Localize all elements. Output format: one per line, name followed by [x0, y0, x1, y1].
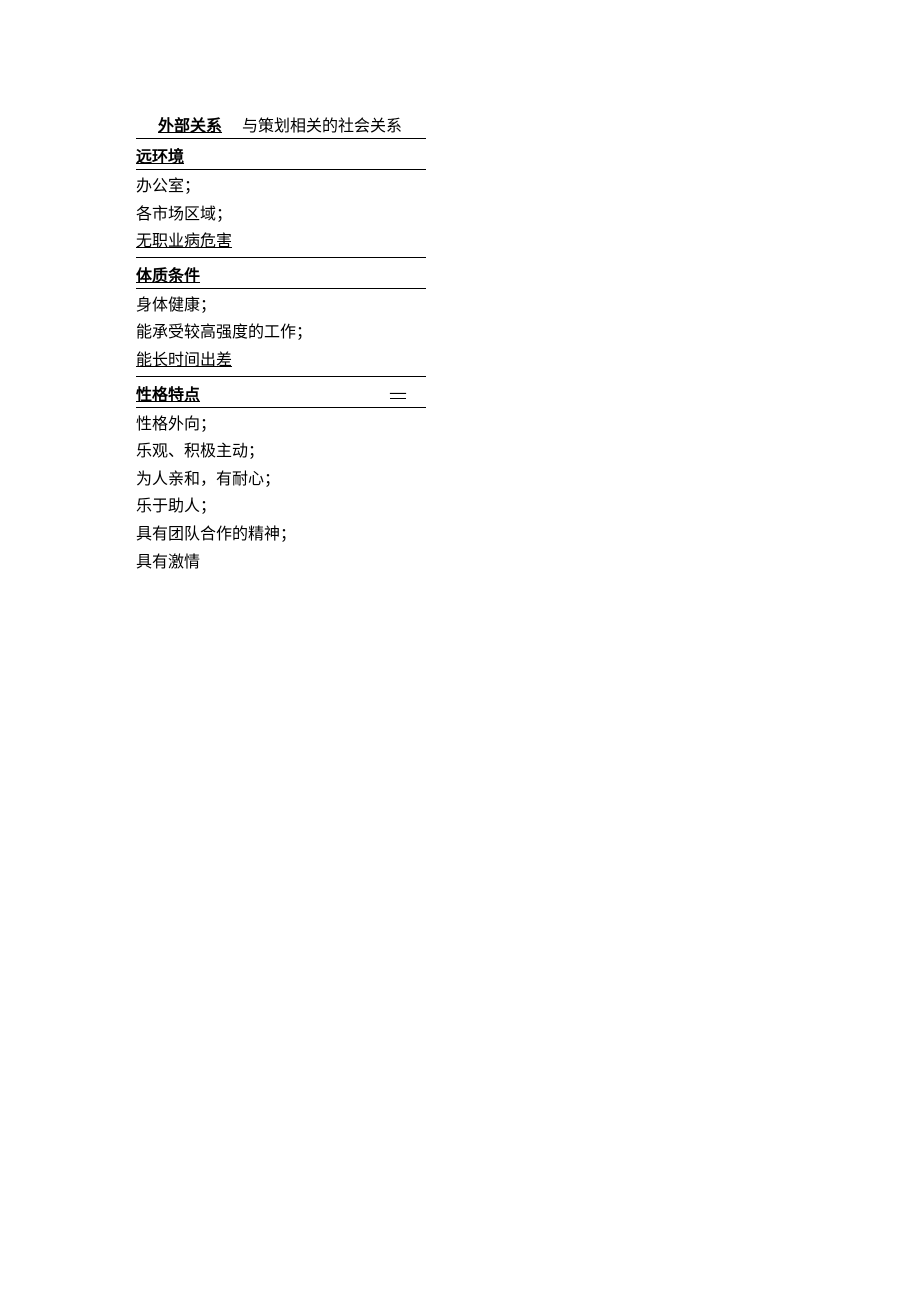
list-item: 乐于助人； [136, 494, 426, 520]
list-item: 能长时间出差 [136, 348, 426, 377]
list-item: 能承受较高强度的工作； [136, 320, 426, 346]
list-item: 乐观、积极主动； [136, 439, 426, 465]
section-title: 体质条件 [136, 262, 200, 286]
section-title: 性格特点 [136, 381, 200, 405]
external-relations-row: 外部关系 与策划相关的社会关系 [136, 112, 426, 139]
list-item: 无职业病危害 [136, 229, 426, 258]
section-header: 体质条件 [136, 262, 426, 289]
dash-icon: — [390, 384, 406, 402]
section-header: 远环境 [136, 143, 426, 170]
external-relations-value: 与策划相关的社会关系 [242, 112, 402, 136]
list-item: 身体健康； [136, 293, 426, 319]
section-title: 远环境 [136, 143, 184, 167]
section-header: 性格特点 — [136, 381, 426, 408]
list-item: 性格外向； [136, 412, 426, 438]
document-content: 外部关系 与策划相关的社会关系 远环境办公室；各市场区域；无职业病危害体质条件身… [136, 112, 426, 575]
external-relations-label: 外部关系 [158, 112, 222, 136]
list-item: 办公室； [136, 174, 426, 200]
list-item: 各市场区域； [136, 202, 426, 228]
list-item: 具有团队合作的精神； [136, 522, 426, 548]
list-item: 具有激情 [136, 550, 426, 576]
list-item: 为人亲和，有耐心； [136, 467, 426, 493]
